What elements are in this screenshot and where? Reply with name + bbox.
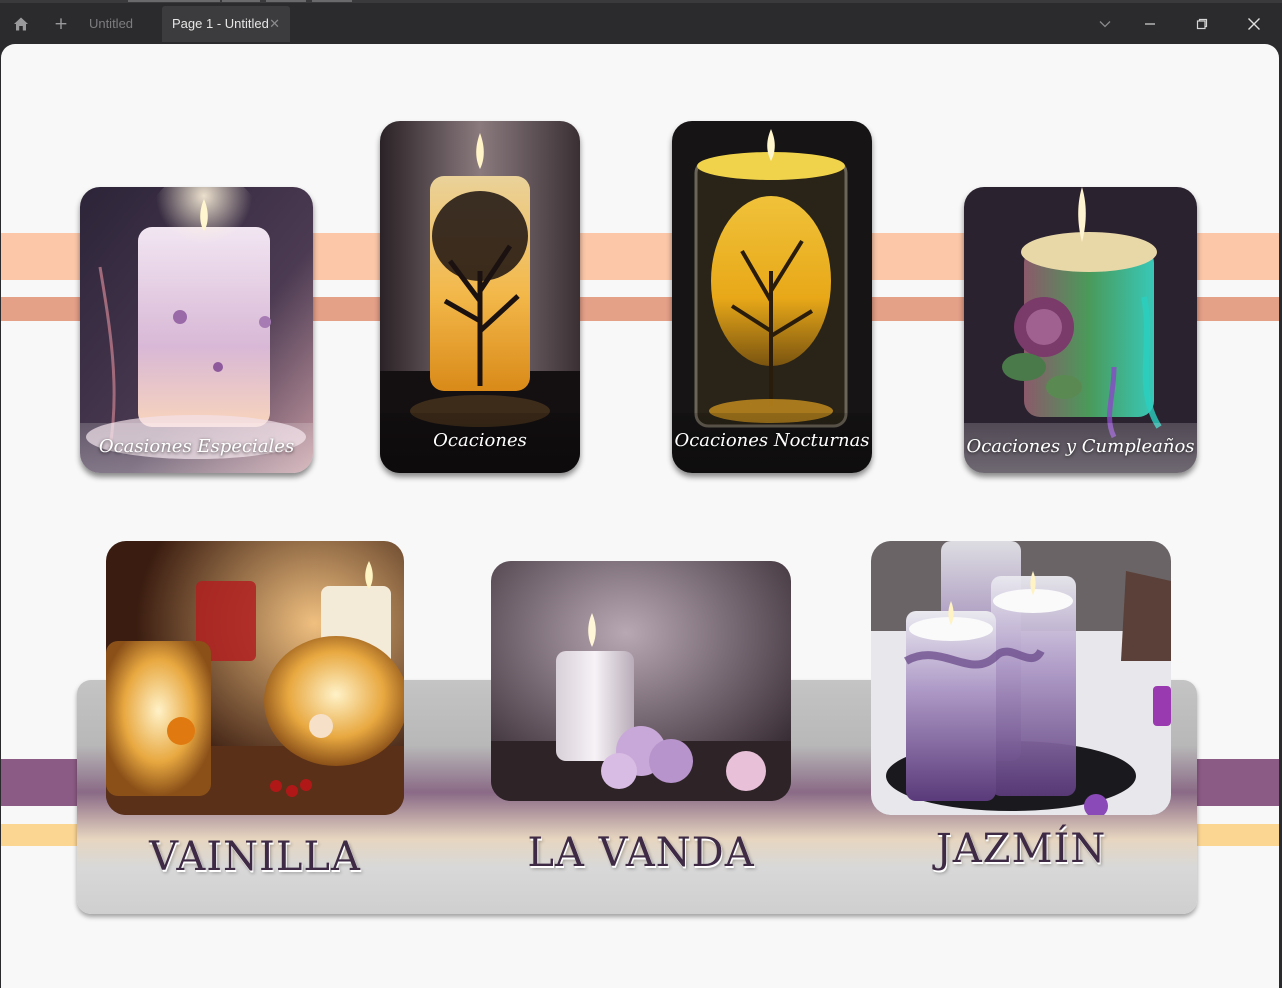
tab-label: Untitled <box>88 16 134 31</box>
title-bar-top-edge <box>0 0 1282 3</box>
photo-vainilla[interactable] <box>106 541 404 815</box>
card-ocaciones-atardeceres[interactable]: Ocaciones Atardeceres <box>380 121 580 473</box>
chevron-down-icon[interactable] <box>1090 9 1120 39</box>
candle-photo <box>491 561 791 801</box>
card-label: Ocaciones y Cumpleaños <box>964 423 1197 473</box>
tab-page-1[interactable]: Page 1 - Untitled ✕ <box>162 6 290 42</box>
scent-label-la-vanda: LA VANDA <box>527 830 755 876</box>
page-canvas: Ocasiones Especiales Ocaciones Atardecer… <box>1 44 1279 988</box>
close-icon[interactable]: ✕ <box>269 6 280 42</box>
card-label: Ocaciones Atardeceres <box>380 413 580 473</box>
minimize-icon[interactable] <box>1135 9 1165 39</box>
photo-la-vanda[interactable] <box>491 561 791 801</box>
tab-label: Page 1 - Untitled <box>172 16 269 31</box>
plus-icon[interactable]: + <box>47 10 75 38</box>
restore-icon[interactable] <box>1187 9 1217 39</box>
card-ocaciones-nocturnas[interactable]: Ocaciones Nocturnas <box>672 121 872 473</box>
scent-label-vainilla: VAINILLA <box>149 834 361 880</box>
title-bar: + Untitled Page 1 - Untitled ✕ <box>0 0 1282 48</box>
scent-label-jazmin: JAZMÍN <box>935 826 1107 872</box>
tab-untitled[interactable]: Untitled <box>78 6 144 42</box>
card-ocasiones-especiales[interactable]: Ocasiones Especiales <box>80 187 313 473</box>
candle-photo <box>106 541 404 815</box>
home-icon[interactable] <box>7 10 35 38</box>
photo-jazmin[interactable] <box>871 541 1171 815</box>
card-label: Ocaciones Nocturnas <box>672 413 872 473</box>
card-label: Ocasiones Especiales <box>80 423 313 473</box>
candle-photo <box>871 541 1171 815</box>
card-ocaciones-cumpleanos[interactable]: Ocaciones y Cumpleaños <box>964 187 1197 473</box>
close-icon[interactable] <box>1239 9 1269 39</box>
